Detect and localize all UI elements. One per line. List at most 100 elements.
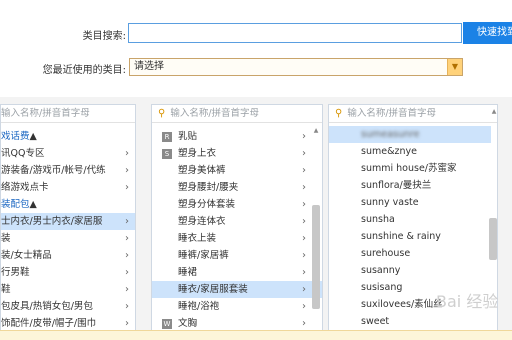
item-label: 鞋 — [1, 284, 11, 295]
column-1-list: 戏话费▲ 讯QQ专区 › 游装备/游戏币/帐号/代练 › 络游戏点卡 › 装配包▲ 士内衣/男士… — [1, 123, 135, 332]
index-letter-badge: S — [162, 148, 172, 159]
index-letter-badge: R — [162, 131, 172, 142]
watermark: Bai 经验 — [436, 292, 499, 311]
search-icon: ⚲ — [158, 108, 166, 119]
list-item[interactable]: 行男鞋 › — [1, 264, 135, 281]
chevron-right-icon: › — [125, 250, 129, 261]
item-label: sunshine & rainy — [361, 231, 441, 242]
item-label: 行男鞋 — [1, 267, 30, 278]
list-item[interactable]: surehouse — [329, 245, 491, 262]
category-column-2: ⚲ 输入名称/拼音首字母 R 乳贴 › S 塑身上衣 › 塑身美体裤 › 塑身腰封/腰夹 › 塑身分… — [151, 104, 323, 340]
chevron-right-icon: › — [302, 199, 306, 210]
item-label: 睡裤/家居裤 — [178, 250, 229, 261]
chevron-right-icon: › — [125, 182, 129, 193]
list-item[interactable]: S 塑身上衣 › — [152, 145, 322, 162]
list-item[interactable]: 士内衣/男士内衣/家居服 › — [1, 213, 135, 230]
item-label: 装 — [1, 233, 11, 244]
item-label: surehouse — [361, 248, 411, 259]
item-label: 络游戏点卡 — [1, 182, 49, 193]
chevron-right-icon: › — [125, 216, 129, 227]
item-label: 游装备/游戏币/帐号/代练 — [1, 165, 106, 176]
list-item[interactable]: 络游戏点卡 › — [1, 179, 135, 196]
chevron-right-icon: › — [125, 233, 129, 244]
list-item[interactable]: 塑身腰封/腰夹 › — [152, 179, 322, 196]
item-label: 文胸 — [178, 318, 198, 329]
list-item[interactable]: 塑身连体衣 › — [152, 213, 322, 230]
item-label: 戏话费 — [1, 131, 30, 142]
recent-category-select[interactable]: 请选择 ▼ — [129, 58, 463, 76]
item-label: 睡衣上装 — [178, 233, 217, 244]
recent-category-value: 请选择 — [134, 61, 164, 72]
list-item[interactable]: 睡裤/家居裤 › — [152, 247, 322, 264]
list-item[interactable]: 塑身分体套装 › — [152, 196, 322, 213]
list-item[interactable]: sunflora/曼抉兰 — [329, 177, 491, 194]
column-2-search[interactable]: ⚲ 输入名称/拼音首字母 — [152, 105, 322, 123]
chevron-right-icon: › — [125, 267, 129, 278]
list-item[interactable]: sunsha — [329, 211, 491, 228]
category-column-1: 输入名称/拼音首字母 戏话费▲ 讯QQ专区 › 游装备/游戏币/帐号/代练 › 络游戏点卡… — [0, 104, 136, 340]
item-label: sume&znye — [361, 146, 417, 157]
item-label: 乳贴 — [178, 131, 198, 142]
group-title: 装配包▲ — [1, 196, 135, 213]
list-item[interactable]: 睡衣上装 › — [152, 230, 322, 247]
item-label: 塑身分体套装 — [178, 199, 236, 210]
search-label: 类目搜索: — [82, 31, 126, 42]
list-item[interactable]: sunny vaste — [329, 194, 491, 211]
column-2-placeholder: 输入名称/拼音首字母 — [170, 108, 260, 119]
column-2-scrollbar-thumb[interactable] — [312, 205, 320, 309]
item-label: 塑身上衣 — [178, 148, 217, 159]
chevron-right-icon: › — [302, 250, 306, 261]
item-label: sunflora/曼抉兰 — [361, 180, 432, 191]
item-label: 睡裙 — [178, 267, 198, 278]
list-item[interactable]: 鞋 › — [1, 281, 135, 298]
category-search-input[interactable] — [128, 23, 462, 43]
chevron-right-icon: › — [302, 267, 306, 278]
item-label: sunsha — [361, 214, 395, 225]
item-label: 饰配件/皮带/帽子/围巾 — [1, 318, 97, 329]
list-item[interactable]: 游装备/游戏币/帐号/代练 › — [1, 162, 135, 179]
list-item[interactable]: 装 › — [1, 230, 135, 247]
list-item[interactable]: 包皮具/热销女包/男包 › — [1, 298, 135, 315]
item-label: sunny vaste — [361, 197, 419, 208]
chevron-right-icon: › — [302, 216, 306, 227]
quick-find-button[interactable]: 快速找到 — [463, 22, 512, 44]
collapse-triangle-icon[interactable]: ▲ — [30, 131, 37, 142]
item-label: 士内衣/男士内衣/家居服 — [1, 216, 103, 227]
column-3-scrollbar-thumb[interactable] — [489, 218, 497, 260]
list-item[interactable]: 睡裙 › — [152, 264, 322, 281]
search-icon: ⚲ — [335, 108, 343, 119]
list-item[interactable]: 睡衣/家居服套装 › — [152, 281, 322, 298]
collapse-triangle-icon[interactable]: ▲ — [30, 199, 37, 210]
item-label: summi house/苏蜜家 — [361, 163, 457, 174]
list-item[interactable]: 装/女士精品 › — [1, 247, 135, 264]
chevron-right-icon: › — [302, 131, 306, 142]
recent-category-label: 您最近使用的类目: — [42, 65, 126, 76]
item-label: 包皮具/热销女包/男包 — [1, 301, 93, 312]
chevron-right-icon: › — [302, 233, 306, 244]
item-label: susanny — [361, 265, 401, 276]
column-3-search[interactable]: ⚲ 输入名称/拼音首字母 — [329, 105, 497, 123]
chevron-right-icon: › — [302, 284, 306, 295]
scroll-up-arrow-icon[interactable]: ▲ — [490, 108, 498, 116]
list-item[interactable]: sumeasunre — [329, 126, 491, 143]
item-label: 睡袍/浴袍 — [178, 301, 220, 312]
scroll-up-arrow-icon[interactable]: ▲ — [312, 127, 320, 135]
item-label: 塑身连体衣 — [178, 216, 226, 227]
item-label: 塑身美体裤 — [178, 165, 226, 176]
item-label: suxilovees/素仙丝 — [361, 299, 443, 310]
chevron-right-icon: › — [302, 182, 306, 193]
item-label: 装配包 — [1, 199, 30, 210]
list-item[interactable]: R 乳贴 › — [152, 128, 322, 145]
chevron-right-icon: › — [302, 148, 306, 159]
dropdown-arrow-icon[interactable]: ▼ — [447, 59, 462, 75]
list-item[interactable]: 讯QQ专区 › — [1, 145, 135, 162]
item-label: susisang — [361, 282, 403, 293]
column-1-search[interactable]: 输入名称/拼音首字母 — [1, 105, 135, 123]
list-item[interactable]: susanny — [329, 262, 491, 279]
list-item[interactable]: 塑身美体裤 › — [152, 162, 322, 179]
group-title: 戏话费▲ — [1, 128, 135, 145]
list-item[interactable]: sume&znye — [329, 143, 491, 160]
list-item[interactable]: 睡袍/浴袍 › — [152, 298, 322, 315]
list-item[interactable]: sunshine & rainy — [329, 228, 491, 245]
list-item[interactable]: summi house/苏蜜家 — [329, 160, 491, 177]
